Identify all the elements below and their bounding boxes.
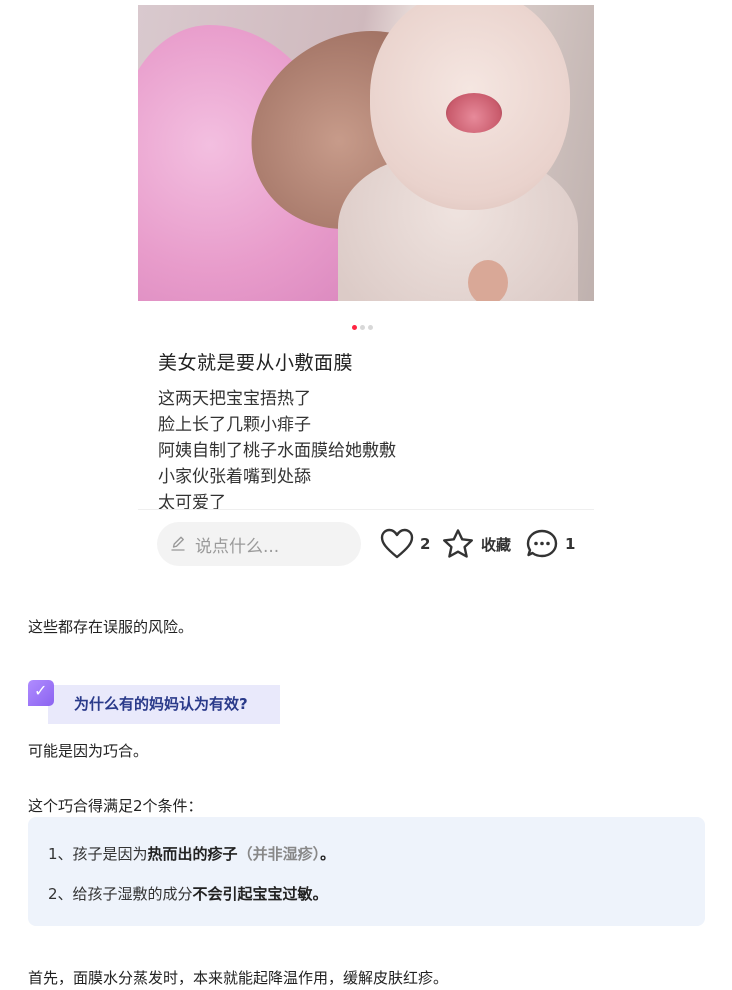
- item-muted-text: （并非湿疹）: [237, 845, 321, 863]
- comment-placeholder: 说点什么...: [195, 536, 280, 557]
- post-line: 脸上长了几颗小痱子: [158, 415, 311, 435]
- item-text: 2、给孩子湿敷的成分: [48, 885, 193, 903]
- comment-count: 1: [565, 535, 576, 553]
- carousel-dot[interactable]: [360, 325, 365, 330]
- post-title: 美女就是要从小敷面膜: [158, 352, 354, 374]
- post-body: 这两天把宝宝捂热了 脸上长了几颗小痱子 阿姨自制了桃子水面膜给她敷敷 小家伙张着…: [158, 386, 598, 511]
- item-bold-text: 不会引起宝宝过敏: [192, 885, 313, 903]
- carousel-dots[interactable]: [352, 325, 373, 330]
- item-suffix: 。: [312, 885, 328, 903]
- item-suffix: 。: [320, 845, 336, 863]
- post-line: 阿姨自制了桃子水面膜给她敷敷: [158, 441, 396, 461]
- paragraph: 可能是因为巧合。: [28, 742, 149, 760]
- item-text: 1、孩子是因为: [48, 845, 148, 863]
- paragraph: 这些都存在误服的风险。: [28, 618, 194, 636]
- baby-mouth: [446, 93, 502, 133]
- condition-item: 1、孩子是因为热而出的疹子（并非湿疹）。: [48, 843, 335, 864]
- carousel-dot[interactable]: [352, 325, 357, 330]
- hand: [468, 260, 508, 301]
- comment-button[interactable]: 1: [525, 528, 575, 560]
- star-icon: [443, 529, 473, 558]
- post-photo[interactable]: [138, 5, 594, 301]
- comment-input[interactable]: 说点什么...: [157, 522, 361, 566]
- carousel-dot[interactable]: [368, 325, 373, 330]
- condition-item: 2、给孩子湿敷的成分不会引起宝宝过敏。: [48, 883, 328, 904]
- conditions-box: 1、孩子是因为热而出的疹子（并非湿疹）。 2、给孩子湿敷的成分不会引起宝宝过敏。: [28, 817, 705, 926]
- check-icon: ✓: [28, 680, 54, 706]
- post-line: 太可爱了: [158, 493, 226, 511]
- pen-icon: [171, 536, 185, 551]
- post-line: 这两天把宝宝捂热了: [158, 389, 311, 409]
- question-text: 为什么有的妈妈认为有效?: [48, 685, 280, 724]
- like-button[interactable]: 2: [380, 528, 430, 560]
- comment-icon: [526, 529, 558, 558]
- collect-label: 收藏: [481, 535, 512, 554]
- paragraph: 这个巧合得满足2个条件：: [28, 797, 203, 815]
- highlighted-line: 小家伙张着嘴到处舔: [158, 467, 311, 487]
- paragraph: 首先，面膜水分蒸发时，本来就能起降温作用，缓解皮肤红疹。: [28, 969, 449, 987]
- heart-icon: [380, 528, 414, 559]
- item-bold-text: 热而出的疹子: [147, 845, 238, 863]
- collect-button[interactable]: 收藏: [441, 528, 511, 560]
- like-count: 2: [420, 535, 431, 553]
- action-bar: 说点什么... 2 收藏 1: [138, 509, 594, 580]
